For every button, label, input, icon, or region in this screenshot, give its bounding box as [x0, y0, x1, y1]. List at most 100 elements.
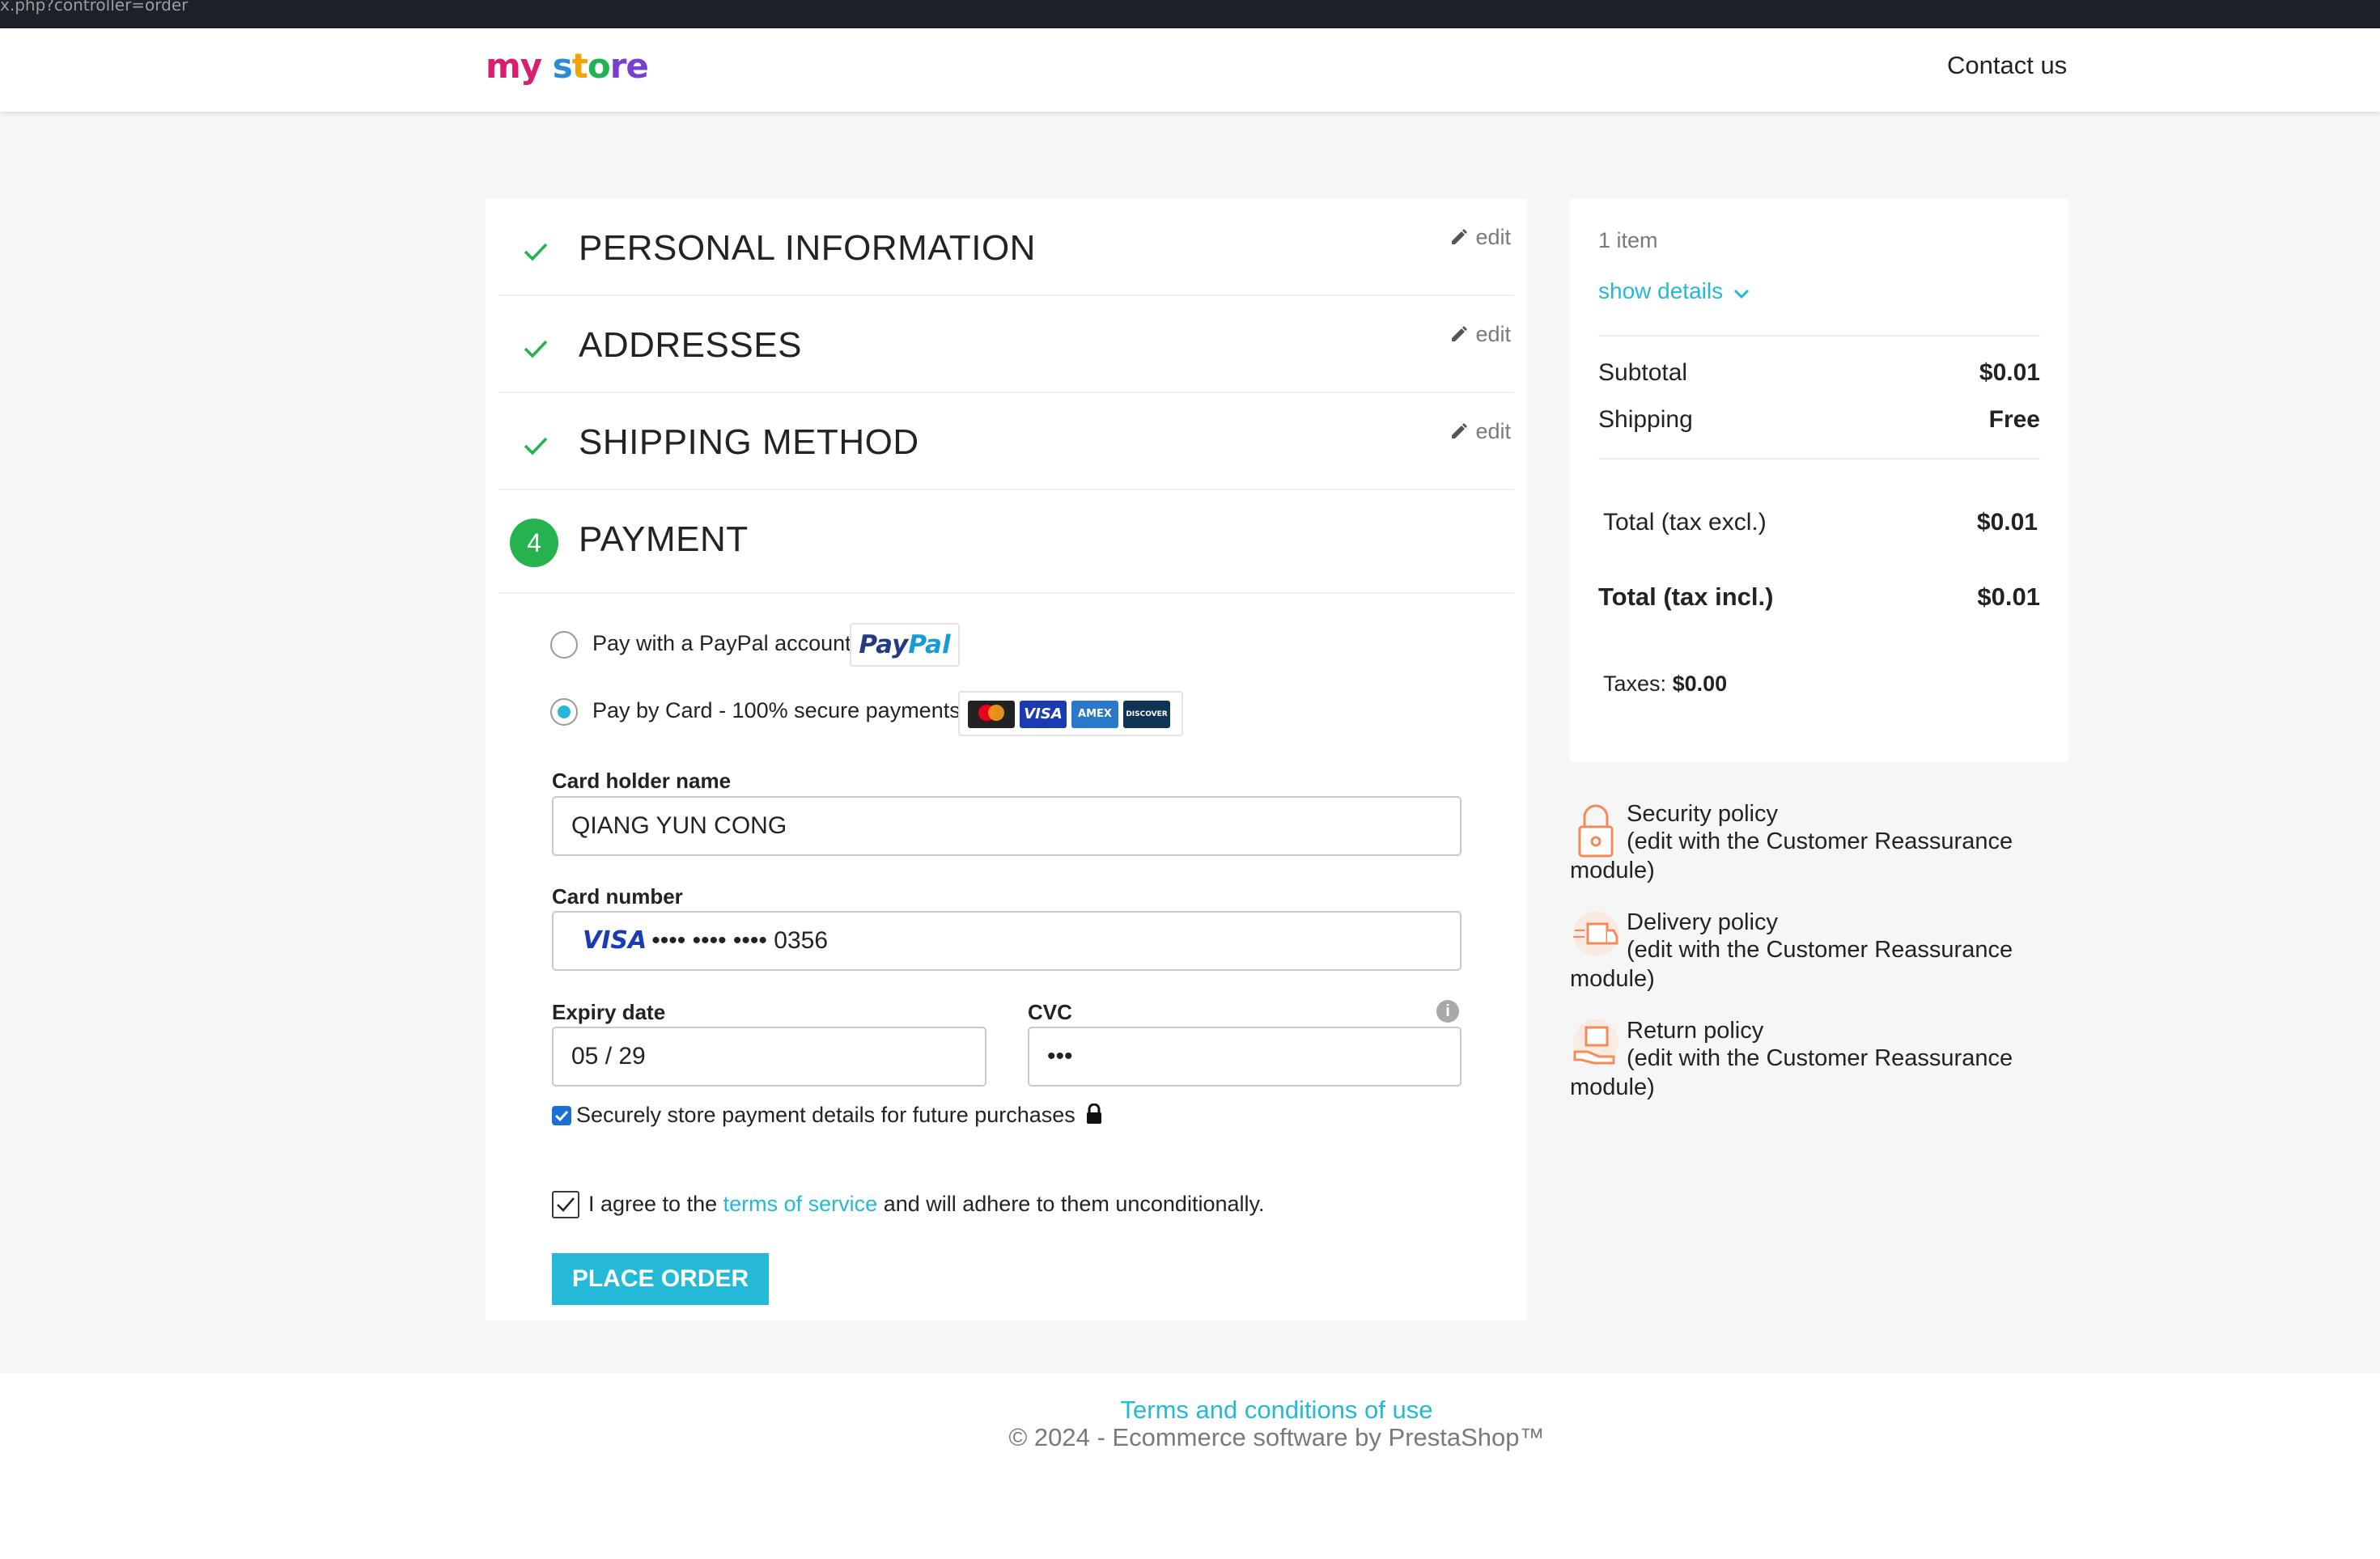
discover-logo: DISCOVER	[1123, 701, 1170, 728]
step-number-badge: 4	[510, 519, 558, 567]
reassurance-subtitle-cont: module)	[1570, 1074, 1655, 1100]
items-count: 1 item	[1598, 228, 1658, 252]
edit-link[interactable]: edit	[1449, 419, 1511, 447]
show-details-label: show details	[1598, 278, 1724, 303]
card-number-value: •••• •••• •••• 0356	[651, 927, 828, 954]
expiry-label: Expiry date	[552, 1000, 666, 1024]
card-number-input[interactable]: VISA •••• •••• •••• 0356	[552, 911, 1462, 971]
paypal-logo-part: Pay	[859, 630, 909, 659]
reassurance-subtitle-cont: module)	[1570, 858, 1655, 883]
pencil-icon	[1449, 324, 1469, 350]
taxes-value: $0.00	[1672, 671, 1728, 696]
card-brands-box: VISA AMEX DISCOVER	[958, 691, 1183, 736]
terms-of-service-link[interactable]: terms of service	[723, 1192, 878, 1216]
step-shipping-method[interactable]: SHIPPING METHOD edit	[498, 393, 1514, 490]
edit-link[interactable]: edit	[1449, 225, 1511, 252]
check-icon	[520, 235, 552, 267]
store-details-checkbox[interactable]	[552, 1106, 571, 1125]
site-footer: Terms and conditions of use © 2024 - Eco…	[0, 1373, 2380, 1559]
return-box-icon	[1570, 1016, 1622, 1076]
amex-logo: AMEX	[1071, 701, 1118, 728]
logo-part: re	[609, 46, 649, 86]
mastercard-logo	[968, 701, 1015, 728]
cart-summary: 1 item show details Subtotal $0.01 Shipp…	[1570, 199, 2068, 762]
card-number-label: Card number	[552, 884, 683, 909]
terms-prefix: I agree to the	[588, 1192, 718, 1216]
reassurance-title: Delivery policy	[1627, 909, 1778, 935]
card-holder-label: Card holder name	[552, 769, 732, 793]
shipping-value: Free	[1988, 406, 2040, 433]
summary-divider	[1598, 458, 2040, 460]
edit-label: edit	[1475, 225, 1511, 249]
total-incl-label: Total (tax incl.)	[1598, 583, 1774, 611]
url-fragment: x.php?controller=order	[0, 0, 189, 15]
logo-part: t	[571, 46, 588, 86]
store-details-label: Securely store payment details for futur…	[576, 1103, 1075, 1127]
summary-divider	[1598, 335, 2040, 337]
card-radio[interactable]	[550, 698, 578, 726]
card-option-label: Pay by Card - 100% secure payments	[592, 698, 961, 722]
reassurance-security: Security policy (edit with the Customer …	[1570, 799, 2072, 888]
lock-icon	[1084, 1103, 1104, 1129]
reassurance-return: Return policy (edit with the Customer Re…	[1570, 1016, 2072, 1105]
taxes-label: Taxes:	[1603, 671, 1667, 696]
paypal-option-label: Pay with a PayPal account	[592, 631, 851, 655]
reassurance-subtitle-cont: module)	[1570, 966, 1655, 992]
terms-checkbox[interactable]	[552, 1191, 579, 1218]
logo-part: s	[552, 46, 573, 86]
total-excl-value: $0.01	[1976, 509, 2038, 536]
pencil-icon	[1449, 422, 1469, 447]
reassurance-delivery: Delivery policy (edit with the Customer …	[1570, 908, 2072, 997]
store-logo[interactable]: my store	[486, 46, 649, 86]
paypal-logo-part: Pal	[908, 630, 951, 659]
chevron-down-icon	[1733, 280, 1750, 306]
visa-logo: VISA	[1020, 701, 1067, 728]
terms-text: I agree to the terms of service and will…	[588, 1192, 1265, 1217]
reassurance-subtitle: (edit with the Customer Reassurance	[1627, 1045, 2013, 1071]
shipping-label: Shipping	[1598, 406, 1693, 433]
total-incl-value: $0.01	[1977, 583, 2040, 611]
place-order-button[interactable]: PLACE ORDER	[552, 1253, 769, 1305]
reassurance-title: Return policy	[1627, 1018, 1764, 1044]
terms-suffix: and will adhere to them unconditionally.	[883, 1192, 1265, 1216]
edit-label: edit	[1475, 322, 1511, 346]
terms-conditions-link[interactable]: Terms and conditions of use	[0, 1396, 2380, 1425]
delivery-truck-icon	[1570, 908, 1622, 968]
step-title: ADDRESSES	[579, 325, 802, 365]
step-title: PAYMENT	[579, 519, 749, 559]
reassurance-subtitle: (edit with the Customer Reassurance	[1627, 828, 2013, 854]
edit-link[interactable]: edit	[1449, 322, 1511, 350]
info-icon[interactable]: i	[1436, 1000, 1459, 1023]
site-header: my store Contact us	[0, 28, 2380, 112]
logo-part: o	[587, 46, 611, 86]
contact-us-link[interactable]: Contact us	[1947, 51, 2067, 80]
lock-icon	[1570, 799, 1622, 859]
copyright-text: © 2024 - Ecommerce software by PrestaSho…	[1008, 1423, 1545, 1451]
step-payment: 4 PAYMENT	[498, 490, 1514, 594]
browser-address-strip: x.php?controller=order	[0, 0, 2380, 28]
check-icon	[520, 429, 552, 461]
cvc-input[interactable]: •••	[1028, 1027, 1462, 1087]
visa-card-icon: VISA	[583, 926, 647, 955]
pencil-icon	[1449, 227, 1469, 252]
paypal-logo: PayPal	[850, 623, 960, 667]
card-holder-input[interactable]: QIANG YUN CONG	[552, 796, 1462, 856]
total-excl-label: Total (tax excl.)	[1603, 509, 1767, 536]
check-icon	[520, 332, 552, 364]
reassurance-title: Security policy	[1627, 801, 1778, 827]
show-details-link[interactable]: show details	[1598, 278, 1750, 306]
checkout-steps-panel: PERSONAL INFORMATION edit ADDRESSES edit…	[486, 199, 1527, 1320]
step-title: SHIPPING METHOD	[579, 422, 919, 462]
step-title: PERSONAL INFORMATION	[579, 228, 1036, 268]
step-addresses[interactable]: ADDRESSES edit	[498, 296, 1514, 393]
edit-label: edit	[1475, 419, 1511, 443]
reassurance-subtitle: (edit with the Customer Reassurance	[1627, 937, 2013, 963]
subtotal-label: Subtotal	[1598, 359, 1688, 386]
paypal-radio[interactable]	[550, 631, 578, 659]
subtotal-value: $0.01	[1979, 359, 2040, 386]
taxes-line: Taxes: $0.00	[1603, 671, 1727, 697]
cvc-label: CVC	[1028, 1000, 1072, 1024]
step-personal-information[interactable]: PERSONAL INFORMATION edit	[498, 199, 1514, 296]
logo-part: my	[486, 46, 542, 86]
expiry-input[interactable]: 05 / 29	[552, 1027, 986, 1087]
